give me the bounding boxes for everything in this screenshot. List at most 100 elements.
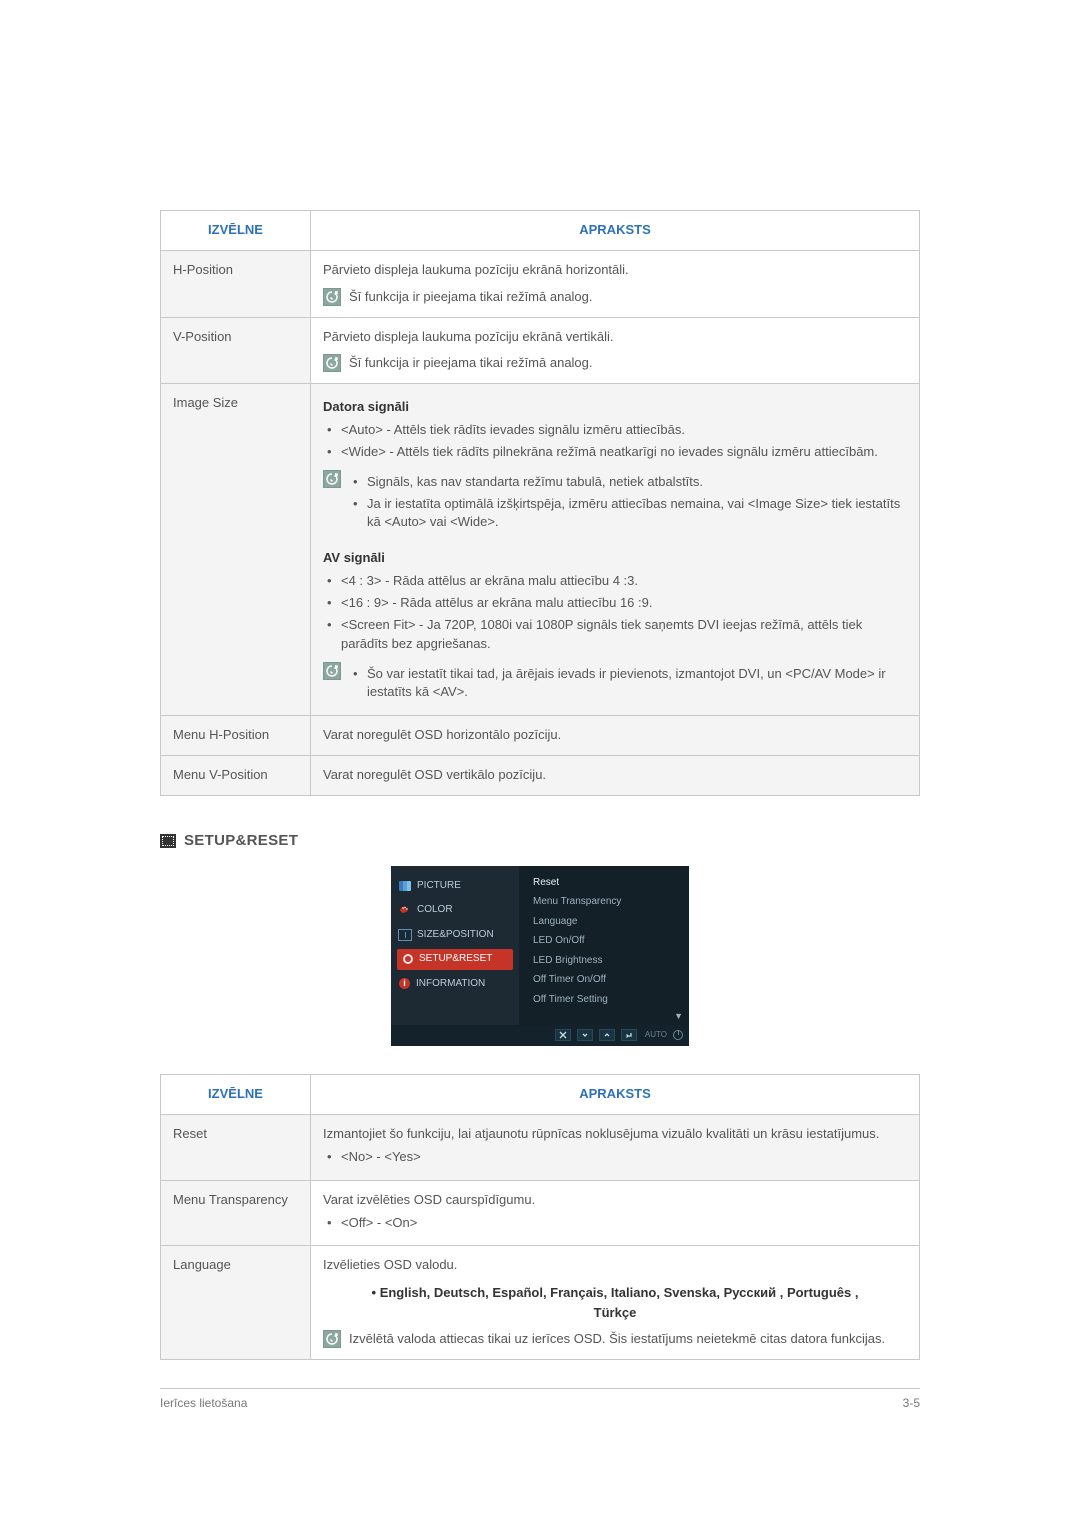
bullet-list: <Auto> - Attēls tiek rādīts ievades sign…: [323, 421, 907, 462]
osd-menu: PICTURE COLOR SIZE&POSITION SETUP&RESET: [391, 866, 689, 1047]
list-item: <Screen Fit> - Ja 720P, 1080i vai 1080P …: [327, 616, 907, 654]
th-menu: IZVĒLNE: [161, 211, 311, 251]
language-list: • English, Deutsch, Español, Français, I…: [323, 1283, 907, 1322]
osd-sub-item: Off Timer Setting: [529, 991, 689, 1011]
power-icon: [673, 1030, 683, 1040]
exit-icon: [555, 1029, 571, 1041]
osd-sub-item: Menu Transparency: [529, 893, 689, 913]
row-desc: Varat noregulēt OSD vertikālo pozīciju.: [311, 756, 920, 796]
row-label: Reset: [161, 1115, 311, 1181]
setup-icon: [403, 954, 413, 964]
list-item: <No> - <Yes>: [327, 1148, 907, 1167]
row-label: Menu V-Position: [161, 756, 311, 796]
row-desc: Varat noregulēt OSD horizontālo pozīciju…: [311, 716, 920, 756]
section-title: SETUP&RESET: [184, 830, 298, 852]
list-item: <Auto> - Attēls tiek rādīts ievades sign…: [327, 421, 907, 440]
bullet-list: <Off> - <On>: [323, 1214, 907, 1233]
row-label: Image Size: [161, 384, 311, 716]
list-item: Šo var iestatīt tikai tad, ja ārējais ie…: [353, 665, 907, 703]
row-label: H-Position: [161, 250, 311, 317]
table-row: Menu H-Position Varat noregulēt OSD hori…: [161, 716, 920, 756]
picture-icon: [399, 881, 411, 891]
down-icon: [577, 1029, 593, 1041]
osd-screenshot: PICTURE COLOR SIZE&POSITION SETUP&RESET: [160, 866, 920, 1047]
osd-sub-item: Reset: [529, 874, 689, 894]
row-desc: Pārvieto displeja laukuma pozīciju ekrān…: [311, 317, 920, 384]
list-item: Signāls, kas nav standarta režīmu tabulā…: [353, 473, 907, 492]
desc-text: Izvēlieties OSD valodu.: [323, 1256, 907, 1275]
osd-item-picture: PICTURE: [391, 874, 519, 899]
osd-label: PICTURE: [417, 879, 461, 894]
list-item: <4 : 3> - Rāda attēlus ar ekrāna malu at…: [327, 572, 907, 591]
footer-right: 3-5: [903, 1395, 920, 1412]
list-item: Ja ir iestatīta optimālā izšķirtspēja, i…: [353, 495, 907, 533]
row-desc: Datora signāli <Auto> - Attēls tiek rādī…: [311, 384, 920, 716]
bullet-list: <4 : 3> - Rāda attēlus ar ekrāna malu at…: [323, 572, 907, 653]
list-item: <Off> - <On>: [327, 1214, 907, 1233]
row-label: Menu H-Position: [161, 716, 311, 756]
table-row: Reset Izmantojiet šo funkciju, lai atjau…: [161, 1115, 920, 1181]
color-icon: [399, 905, 411, 915]
note-icon: [323, 470, 341, 488]
table-row: Image Size Datora signāli <Auto> - Attēl…: [161, 384, 920, 716]
note-block: Šo var iestatīt tikai tad, ja ārējais ie…: [349, 662, 907, 706]
list-item: <16 : 9> - Rāda attēlus ar ekrāna malu a…: [327, 594, 907, 613]
row-label: Menu Transparency: [161, 1180, 311, 1246]
osd-sub-item: LED On/Off: [529, 932, 689, 952]
th-desc: APRAKSTS: [311, 1075, 920, 1115]
osd-item-setup-selected: SETUP&RESET: [397, 949, 513, 970]
table-row: V-Position Pārvieto displeja laukuma poz…: [161, 317, 920, 384]
row-desc: Varat izvēlēties OSD caurspīdīgumu. <Off…: [311, 1180, 920, 1246]
row-desc: Pārvieto displeja laukuma pozīciju ekrān…: [311, 250, 920, 317]
osd-label: COLOR: [417, 903, 453, 918]
note-icon: [323, 288, 341, 306]
osd-item-color: COLOR: [391, 898, 519, 923]
th-menu: IZVĒLNE: [161, 1075, 311, 1115]
footer-left: Ierīces lietošana: [160, 1395, 247, 1412]
desc-text: Pārvieto displeja laukuma pozīciju ekrān…: [323, 328, 907, 347]
table-row: Language Izvēlieties OSD valodu. • Engli…: [161, 1246, 920, 1360]
desc-text: Varat izvēlēties OSD caurspīdīgumu.: [323, 1191, 907, 1210]
enter-icon: [621, 1029, 637, 1041]
note-icon: [323, 662, 341, 680]
desc-text: Izmantojiet šo funkciju, lai atjaunotu r…: [323, 1125, 907, 1144]
note-text: Šī funkcija ir pieejama tikai režīmā ana…: [349, 354, 907, 373]
auto-label: AUTO: [645, 1029, 667, 1041]
list-item: <Wide> - Attēls tiek rādīts pilnekrāna r…: [327, 443, 907, 462]
up-icon: [599, 1029, 615, 1041]
sub-heading-pc: Datora signāli: [323, 398, 907, 417]
settings-table-2: IZVĒLNE APRAKSTS Reset Izmantojiet šo fu…: [160, 1074, 920, 1360]
osd-label: INFORMATION: [416, 977, 485, 992]
section-icon: [160, 834, 176, 848]
table-row: Menu V-Position Varat noregulēt OSD vert…: [161, 756, 920, 796]
note-text: Izvēlētā valoda attiecas tikai uz ierīce…: [349, 1330, 907, 1349]
row-label: Language: [161, 1246, 311, 1360]
osd-label: SIZE&POSITION: [417, 928, 494, 943]
note-icon: [323, 354, 341, 372]
osd-sub-item: Language: [529, 913, 689, 933]
osd-right-panel: Reset Menu Transparency Language LED On/…: [519, 866, 689, 1026]
sub-heading-av: AV signāli: [323, 549, 907, 568]
note-icon: [323, 1330, 341, 1348]
scroll-down-icon: ▼: [529, 1010, 689, 1023]
osd-item-size: SIZE&POSITION: [391, 923, 519, 948]
bullet-list: <No> - <Yes>: [323, 1148, 907, 1167]
osd-sub-item: Off Timer On/Off: [529, 971, 689, 991]
row-label: V-Position: [161, 317, 311, 384]
osd-footer: AUTO: [391, 1025, 689, 1046]
settings-table-1: IZVĒLNE APRAKSTS H-Position Pārvieto dis…: [160, 210, 920, 796]
osd-sub-item: LED Brightness: [529, 952, 689, 972]
table-row: Menu Transparency Varat izvēlēties OSD c…: [161, 1180, 920, 1246]
desc-text: Pārvieto displeja laukuma pozīciju ekrān…: [323, 261, 907, 280]
osd-left-panel: PICTURE COLOR SIZE&POSITION SETUP&RESET: [391, 866, 519, 1026]
table-row: H-Position Pārvieto displeja laukuma poz…: [161, 250, 920, 317]
th-desc: APRAKSTS: [311, 211, 920, 251]
row-desc: Izmantojiet šo funkciju, lai atjaunotu r…: [311, 1115, 920, 1181]
row-desc: Izvēlieties OSD valodu. • English, Deuts…: [311, 1246, 920, 1360]
note-block: Signāls, kas nav standarta režīmu tabulā…: [349, 470, 907, 536]
section-heading: SETUP&RESET: [160, 830, 920, 852]
size-icon: [399, 930, 411, 940]
osd-item-information: i INFORMATION: [391, 972, 519, 997]
note-text: Šī funkcija ir pieejama tikai režīmā ana…: [349, 288, 907, 307]
info-icon: i: [399, 978, 410, 989]
